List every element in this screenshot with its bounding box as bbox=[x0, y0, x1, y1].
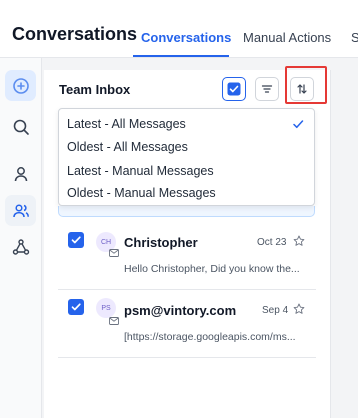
list-item[interactable]: CH Christopher Oct 23 Hello Christopher,… bbox=[58, 222, 316, 290]
check-icon bbox=[71, 236, 81, 244]
message-preview: Hello Christopher, Did you know the... bbox=[124, 263, 300, 275]
top-bar: Conversations Conversations Manual Actio… bbox=[0, 0, 358, 58]
network-icon bbox=[12, 238, 29, 255]
sidebar bbox=[0, 58, 42, 418]
contact-name: Christopher bbox=[124, 235, 198, 250]
user-icon bbox=[14, 166, 27, 181]
tab-manual-actions[interactable]: Manual Actions bbox=[243, 30, 331, 45]
sort-option-latest-manual[interactable]: Latest - Manual Messages bbox=[67, 164, 214, 178]
check-icon bbox=[71, 303, 81, 311]
team-icon bbox=[12, 203, 29, 217]
sort-option-oldest-all[interactable]: Oldest - All Messages bbox=[67, 140, 188, 154]
conversation-date: Oct 23 bbox=[257, 237, 287, 248]
filter-icon bbox=[261, 85, 273, 93]
content-area bbox=[331, 58, 358, 418]
dropdown-anchor bbox=[58, 206, 315, 217]
star-icon[interactable] bbox=[293, 234, 305, 252]
list-item[interactable]: PS psm@vintory.com Sep 4 [https://storag… bbox=[58, 290, 316, 358]
tab-conversations[interactable]: Conversations bbox=[141, 30, 231, 45]
select-all-button[interactable] bbox=[222, 77, 246, 101]
filter-button[interactable] bbox=[255, 77, 279, 101]
sidebar-item-team[interactable] bbox=[5, 195, 36, 226]
sidebar-item-contacts[interactable] bbox=[5, 158, 36, 189]
check-icon bbox=[292, 117, 304, 135]
active-tab-indicator bbox=[133, 55, 229, 57]
inbox-title: Team Inbox bbox=[59, 82, 131, 97]
conversation-checkbox[interactable] bbox=[68, 299, 84, 315]
contact-name: psm@vintory.com bbox=[124, 303, 237, 318]
tab-overflow[interactable]: S bbox=[351, 30, 358, 45]
mail-icon bbox=[109, 312, 119, 330]
sort-menu: Latest - All Messages Oldest - All Messa… bbox=[58, 108, 315, 206]
sort-button-highlight bbox=[285, 66, 327, 104]
page-title: Conversations bbox=[12, 24, 138, 44]
select-all-checkbox bbox=[227, 82, 241, 96]
sidebar-item-network[interactable] bbox=[5, 231, 36, 262]
chat-add-icon bbox=[12, 77, 29, 94]
sort-option-oldest-manual[interactable]: Oldest - Manual Messages bbox=[67, 186, 216, 200]
sidebar-item-new-chat[interactable] bbox=[5, 70, 36, 101]
sidebar-item-search[interactable] bbox=[5, 111, 36, 142]
conversation-checkbox[interactable] bbox=[68, 232, 84, 248]
mail-icon bbox=[109, 244, 119, 262]
star-icon[interactable] bbox=[293, 302, 305, 320]
message-preview: [https://storage.googleapis.com/ms... bbox=[124, 331, 296, 343]
sort-option-latest-all[interactable]: Latest - All Messages bbox=[67, 117, 186, 131]
search-icon bbox=[13, 119, 29, 135]
conversation-date: Sep 4 bbox=[262, 305, 289, 316]
